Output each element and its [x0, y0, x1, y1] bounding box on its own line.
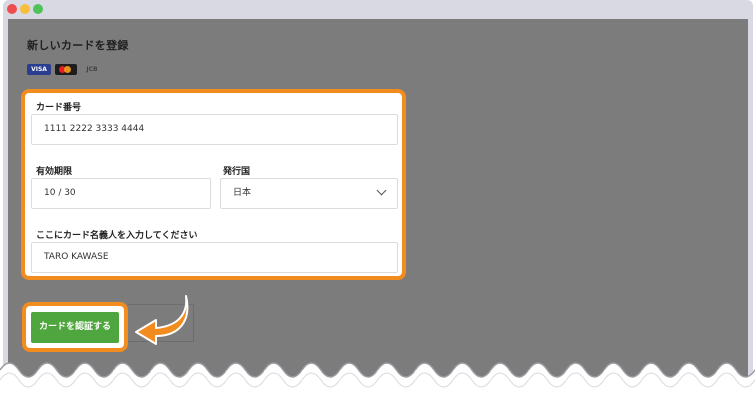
title-bar — [3, 0, 753, 19]
verify-card-button[interactable]: カードを認証する — [31, 312, 119, 343]
card-form-panel: カード番号 1111 2222 3333 4444 有効期限 10 / 30 発… — [21, 89, 406, 280]
mastercard-logo — [55, 64, 77, 75]
cardholder-name-input[interactable]: TARO KAWASE — [31, 242, 398, 273]
close-window-button[interactable] — [7, 4, 17, 14]
country-label: 発行国 — [223, 167, 251, 177]
card-number-label: カード番号 — [36, 103, 82, 113]
minimize-window-button[interactable] — [20, 4, 30, 14]
card-number-input[interactable]: 1111 2222 3333 4444 — [31, 114, 398, 145]
chevron-down-icon — [376, 185, 387, 196]
expiry-input[interactable]: 10 / 30 — [31, 178, 211, 209]
submit-highlight: カードを認証する — [22, 302, 128, 352]
visa-logo: VISA — [27, 64, 51, 75]
jcb-logo: JCB — [86, 66, 98, 73]
country-select-value: 日本 — [233, 188, 252, 198]
arrow-icon — [135, 295, 189, 345]
page-title: 新しいカードを登録 — [27, 39, 129, 52]
torn-edge-wave — [0, 352, 755, 400]
mastercard-orange-circle — [64, 66, 71, 73]
country-select[interactable]: 日本 — [220, 178, 398, 209]
maximize-window-button[interactable] — [33, 4, 43, 14]
expiry-label: 有効期限 — [36, 167, 73, 177]
cardholder-name-label: ここにカード名義人を入力してください — [36, 231, 198, 241]
